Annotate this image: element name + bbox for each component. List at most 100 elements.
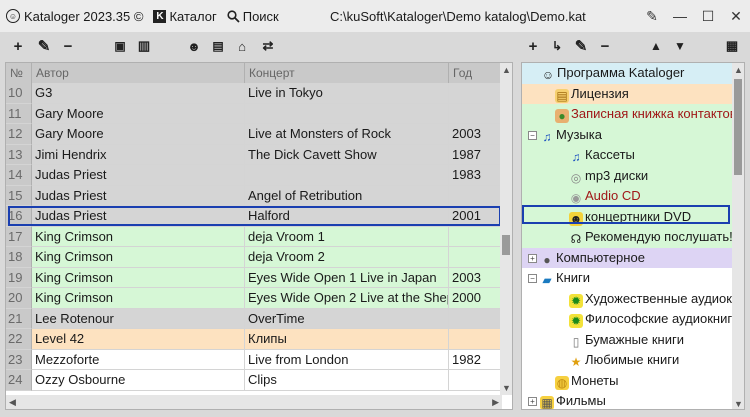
column-header-num[interactable]: № xyxy=(6,63,32,83)
tree-edit-icon[interactable]: ✎ xyxy=(571,36,591,56)
table-row[interactable]: 24 Ozzy Osbourne Clips xyxy=(6,370,502,391)
home-icon[interactable]: ⌂ xyxy=(232,36,252,56)
column-header-concert[interactable]: Концерт xyxy=(245,63,449,83)
columns-icon[interactable]: ▥ xyxy=(134,36,154,56)
collapse-icon[interactable]: − xyxy=(528,274,537,283)
table-row[interactable]: 23 Mezzoforte Live from London 1982 xyxy=(6,349,502,370)
scroll-left-icon[interactable]: ◀ xyxy=(9,397,16,408)
table-row[interactable]: 10 G3 Live in Tokyo xyxy=(6,83,502,104)
table-row[interactable]: 22 Level 42 Клипы xyxy=(6,329,502,350)
concert-cell[interactable]: Eyes Wide Open 1 Live in Japan xyxy=(245,267,449,288)
table-row[interactable]: 15 Judas Priest Angel of Retribution xyxy=(6,185,502,206)
tree-node[interactable]: + ● Компьютерное xyxy=(522,247,732,268)
tree-node[interactable]: ★ Любимые книги xyxy=(522,350,732,371)
close-icon[interactable]: ✕ xyxy=(722,8,750,25)
expand-icon[interactable]: + xyxy=(528,397,537,406)
tree-node[interactable]: ◉ Audio CD xyxy=(522,186,732,207)
year-cell[interactable] xyxy=(449,83,502,104)
concert-cell[interactable]: OverTime xyxy=(245,308,449,329)
minimize-icon[interactable]: — xyxy=(666,8,694,24)
tree-add-icon[interactable]: + xyxy=(523,36,543,56)
author-cell[interactable]: Mezzoforte xyxy=(32,349,245,370)
pin-icon[interactable]: ✎ xyxy=(638,8,666,25)
tree-node[interactable]: ◎ mp3 диски xyxy=(522,165,732,186)
maximize-icon[interactable]: ☐ xyxy=(694,8,722,25)
row-number-cell[interactable]: 20 xyxy=(6,288,32,309)
refresh-icon[interactable]: ⇄ xyxy=(258,36,278,56)
year-cell[interactable]: 1982 xyxy=(449,349,502,370)
scroll-up-icon[interactable]: ▲ xyxy=(502,65,511,75)
concert-cell[interactable]: Clips xyxy=(245,370,449,391)
year-cell[interactable] xyxy=(449,103,502,124)
delete-record-icon[interactable]: − xyxy=(58,36,78,56)
row-number-cell[interactable]: 17 xyxy=(6,226,32,247)
table-row[interactable]: 17 King Crimson deja Vroom 1 xyxy=(6,226,502,247)
edit-record-icon[interactable]: ✎ xyxy=(34,36,54,56)
collapse-icon[interactable]: − xyxy=(528,130,537,140)
tree-node[interactable]: ✹ Философские аудиокниги xyxy=(522,309,732,330)
concert-cell[interactable] xyxy=(245,103,449,124)
concert-cell[interactable]: deja Vroom 2 xyxy=(245,247,449,268)
tree-scroll-down-icon[interactable]: ▼ xyxy=(734,399,743,409)
row-number-cell[interactable]: 23 xyxy=(6,349,32,370)
table-row[interactable]: 19 King Crimson Eyes Wide Open 1 Live in J… xyxy=(6,267,502,288)
year-cell[interactable]: 2000 xyxy=(449,288,502,309)
record-card-icon[interactable]: ▣ xyxy=(110,36,130,56)
tree-scroll-up-icon[interactable]: ▲ xyxy=(734,65,743,75)
table-row[interactable]: 20 King Crimson Eyes Wide Open 2 Live at t… xyxy=(6,288,502,309)
table-row[interactable]: 11 Gary Moore xyxy=(6,103,502,124)
tree-delete-icon[interactable]: − xyxy=(595,36,615,56)
concert-cell[interactable]: Live at Monsters of Rock xyxy=(245,124,449,145)
column-header-year[interactable]: Год xyxy=(449,63,502,83)
concert-cell[interactable]: The Dick Cavett Show xyxy=(245,144,449,165)
move-up-icon[interactable]: ▲ xyxy=(646,36,666,56)
tree-node[interactable]: ◍ Монеты xyxy=(522,370,732,391)
concert-cell[interactable]: Angel of Retribution xyxy=(245,185,449,206)
author-cell[interactable]: Level 42 xyxy=(32,329,245,350)
tree-node[interactable]: ♫ Кассеты xyxy=(522,145,732,166)
tree-add-child-icon[interactable]: ↳ xyxy=(547,36,567,56)
author-cell[interactable]: King Crimson xyxy=(32,267,245,288)
concert-cell[interactable]: Eyes Wide Open 2 Live at the Shepherds xyxy=(245,288,449,309)
scroll-down-icon[interactable]: ▼ xyxy=(502,383,511,393)
tree-node[interactable]: ▯ Бумажные книги xyxy=(522,329,732,350)
data-grid[interactable]: № Автор Концерт Год 10 G3 Live in Tokyo 11 G… xyxy=(5,62,513,410)
row-number-cell[interactable]: 22 xyxy=(6,329,32,350)
year-cell[interactable] xyxy=(449,308,502,329)
year-cell[interactable]: 1987 xyxy=(449,144,502,165)
catalog-menu[interactable]: K Каталог xyxy=(153,9,217,24)
year-cell[interactable]: 2003 xyxy=(449,124,502,145)
concert-cell[interactable] xyxy=(245,165,449,186)
author-cell[interactable]: Jimi Hendrix xyxy=(32,144,245,165)
row-number-cell[interactable]: 10 xyxy=(6,83,32,104)
tree-view-icon[interactable]: ▦ xyxy=(722,36,742,56)
tree-node[interactable]: − ♫ Музыка xyxy=(522,124,732,145)
grid-scroll-thumb[interactable] xyxy=(502,235,510,255)
author-cell[interactable]: King Crimson xyxy=(32,226,245,247)
row-number-cell[interactable]: 21 xyxy=(6,308,32,329)
table-row[interactable]: 12 Gary Moore Live at Monsters of Rock 2003 xyxy=(6,124,502,145)
table-row[interactable]: 13 Jimi Hendrix The Dick Cavett Show 1987 xyxy=(6,144,502,165)
tree-node[interactable]: ✹Художественные аудиокниги xyxy=(522,288,732,309)
year-cell[interactable]: 1983 xyxy=(449,165,502,186)
row-number-cell[interactable]: 13 xyxy=(6,144,32,165)
search-menu[interactable]: Поиск xyxy=(227,9,279,24)
year-cell[interactable]: 2003 xyxy=(449,267,502,288)
concert-cell[interactable]: deja Vroom 1 xyxy=(245,226,449,247)
face-icon[interactable]: ☻ xyxy=(184,36,204,56)
table-icon[interactable]: ▤ xyxy=(208,36,228,56)
author-cell[interactable]: Judas Priest xyxy=(32,165,245,186)
tree-node[interactable]: ▤ Лицензия xyxy=(522,83,732,104)
year-cell[interactable] xyxy=(449,226,502,247)
category-tree[interactable]: ☺ Программа Kataloger ▤ Лицензия ● Записная к… xyxy=(521,62,745,410)
tree-node[interactable]: − ▰ Книги xyxy=(522,268,732,289)
tree-node[interactable]: ☊ Рекомендую послушать! xyxy=(522,227,732,248)
author-cell[interactable]: Gary Moore xyxy=(32,103,245,124)
author-cell[interactable]: Judas Priest xyxy=(32,185,245,206)
author-cell[interactable]: King Crimson xyxy=(32,247,245,268)
tree-vertical-scrollbar[interactable]: ▲ ▼ xyxy=(732,63,744,409)
move-down-icon[interactable]: ▼ xyxy=(670,36,690,56)
table-row[interactable]: 21 Lee Rotenour OverTime xyxy=(6,308,502,329)
year-cell[interactable] xyxy=(449,370,502,391)
year-cell[interactable] xyxy=(449,329,502,350)
